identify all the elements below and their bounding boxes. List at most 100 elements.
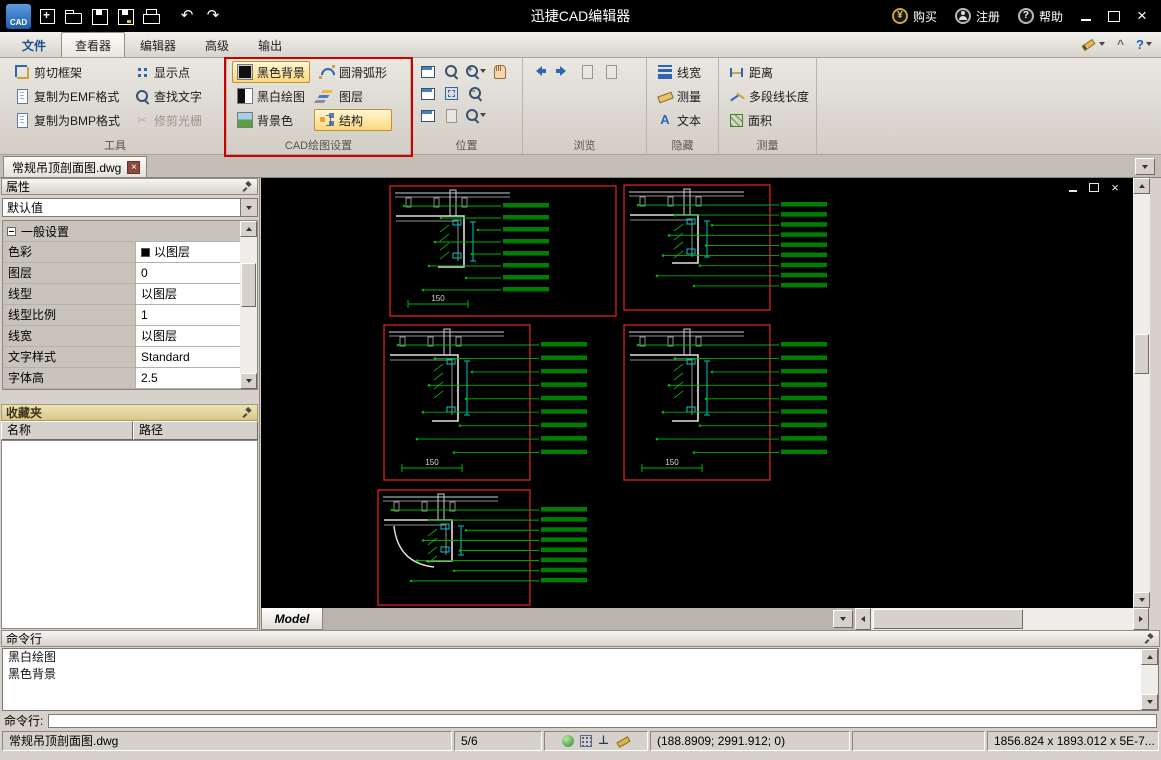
text-toggle-button[interactable]: 文本 — [652, 109, 713, 131]
collapse-ribbon-button[interactable] — [1114, 35, 1127, 53]
new-file-button[interactable] — [37, 6, 57, 26]
area-button[interactable]: 面积 — [724, 109, 811, 131]
property-row-linetype-scale[interactable]: 线型比例 1 — [3, 305, 240, 326]
property-row-font-height[interactable]: 字体高 2.5 — [3, 368, 240, 389]
black-white-drawing-button[interactable]: 黑白绘图 — [232, 85, 310, 107]
previous-view-button[interactable] — [440, 105, 462, 125]
property-grid-scrollbar[interactable] — [240, 221, 257, 389]
open-file-button[interactable] — [63, 6, 83, 26]
measure-toggle-button[interactable]: 测量 — [652, 85, 713, 107]
property-row-color[interactable]: 色彩 以图层 — [3, 242, 240, 263]
collapse-icon[interactable] — [7, 227, 16, 236]
scrollbar-thumb[interactable] — [873, 609, 1023, 629]
property-row-layer[interactable]: 图层 0 — [3, 263, 240, 284]
help-button[interactable]: 帮助 — [1010, 4, 1071, 28]
maximize-button[interactable] — [1101, 6, 1127, 26]
drawing-canvas[interactable]: 150150150 — [261, 178, 1133, 608]
layout-dropdown-button[interactable] — [833, 610, 853, 628]
window-tile-button[interactable] — [416, 105, 438, 125]
ortho-icon[interactable] — [598, 734, 610, 748]
column-header-path[interactable]: 路径 — [133, 421, 258, 440]
zoom-in-button[interactable]: + — [464, 61, 486, 81]
horizontal-scrollbar[interactable] — [855, 608, 1149, 630]
line-width-toggle-button[interactable]: 线宽 — [652, 61, 713, 83]
combo-dropdown-button[interactable] — [240, 199, 257, 216]
style-pencil-button[interactable] — [1078, 34, 1108, 54]
property-group-row[interactable]: 一般设置 — [3, 221, 240, 242]
polyline-length-button[interactable]: 多段线长度 — [724, 85, 811, 107]
tab-editor[interactable]: 编辑器 — [126, 32, 190, 57]
scroll-right-button[interactable] — [1133, 608, 1149, 630]
grid-icon[interactable] — [580, 735, 592, 747]
background-color-button[interactable]: 背景色 — [232, 109, 310, 131]
window-cascade-button[interactable] — [416, 83, 438, 103]
scrollbar-thumb[interactable] — [241, 263, 256, 307]
command-scrollbar[interactable] — [1141, 649, 1158, 710]
redo-button[interactable] — [203, 6, 223, 26]
property-value[interactable]: 2.5 — [136, 368, 240, 388]
tab-viewer[interactable]: 查看器 — [61, 32, 125, 57]
scrollbar-thumb[interactable] — [1134, 334, 1149, 374]
command-history[interactable]: 黑白绘图 黑色背景 — [2, 648, 1159, 711]
pan-button[interactable] — [488, 61, 510, 81]
back-button[interactable] — [528, 61, 550, 81]
command-input[interactable] — [48, 714, 1157, 728]
help-menu-button[interactable] — [1133, 35, 1155, 54]
property-value[interactable]: Standard — [136, 347, 240, 367]
property-value[interactable]: 以图层 — [136, 284, 240, 304]
minimize-button[interactable] — [1073, 6, 1099, 26]
clip-frame-button[interactable]: 剪切框架 — [9, 61, 125, 83]
model-tab[interactable]: Model — [261, 608, 323, 630]
tab-file[interactable]: 文件 — [8, 32, 60, 57]
find-text-button[interactable]: 查找文字 — [129, 85, 207, 107]
copy-as-bmp-button[interactable]: 复制为BMP格式 — [9, 109, 125, 131]
undo-button[interactable] — [177, 6, 197, 26]
pin-icon[interactable] — [1143, 633, 1155, 645]
scroll-up-button[interactable] — [1141, 649, 1158, 665]
zoom-dynamic-button[interactable] — [464, 105, 486, 125]
distance-button[interactable]: 距离 — [724, 61, 811, 83]
property-value[interactable]: 0 — [136, 263, 240, 283]
previous-sheet-button[interactable] — [576, 61, 598, 81]
tab-list-dropdown-button[interactable] — [1135, 158, 1155, 175]
column-header-name[interactable]: 名称 — [1, 421, 133, 440]
property-value[interactable]: 以图层 — [136, 242, 240, 262]
pencil-icon[interactable] — [616, 735, 630, 748]
scroll-down-button[interactable] — [1141, 694, 1158, 710]
property-row-linetype[interactable]: 线型 以图层 — [3, 284, 240, 305]
print-button[interactable] — [141, 6, 161, 26]
register-button[interactable]: 注册 — [947, 4, 1008, 28]
scroll-left-button[interactable] — [855, 608, 871, 630]
zoom-extents-button[interactable] — [440, 83, 462, 103]
forward-button[interactable] — [552, 61, 574, 81]
zoom-out-button[interactable]: − — [464, 83, 486, 103]
copy-as-emf-button[interactable]: 复制为EMF格式 — [9, 85, 125, 107]
layers-button[interactable]: 图层 — [314, 85, 392, 107]
show-points-button[interactable]: 显示点 — [129, 61, 207, 83]
doc-close-icon[interactable] — [1109, 182, 1121, 193]
view-window-button[interactable] — [416, 61, 438, 81]
document-tab[interactable]: 常规吊顶剖面图.dwg — [3, 156, 147, 177]
tab-output[interactable]: 输出 — [244, 32, 296, 57]
close-button[interactable] — [1129, 6, 1155, 26]
black-background-button[interactable]: 黑色背景 — [232, 61, 310, 83]
save-as-button[interactable] — [115, 6, 135, 26]
doc-restore-icon[interactable] — [1088, 182, 1100, 193]
smooth-arc-button[interactable]: 圆滑弧形 — [314, 61, 392, 83]
close-icon[interactable] — [127, 161, 140, 174]
pin-icon[interactable] — [241, 181, 253, 193]
scroll-down-button[interactable] — [240, 373, 257, 389]
scroll-down-button[interactable] — [1133, 592, 1150, 608]
property-value[interactable]: 1 — [136, 305, 240, 325]
favorites-list[interactable] — [1, 440, 258, 629]
property-row-text-style[interactable]: 文字样式 Standard — [3, 347, 240, 368]
pin-icon[interactable] — [241, 407, 253, 419]
snap-icon[interactable] — [562, 735, 574, 747]
scroll-up-button[interactable] — [240, 221, 257, 237]
zoom-window-button[interactable] — [440, 61, 462, 81]
save-button[interactable] — [89, 6, 109, 26]
property-row-lineweight[interactable]: 线宽 以图层 — [3, 326, 240, 347]
trim-raster-button[interactable]: 修剪光栅 — [129, 109, 207, 131]
buy-button[interactable]: 购买 — [884, 4, 945, 28]
vertical-scrollbar[interactable] — [1133, 178, 1150, 608]
